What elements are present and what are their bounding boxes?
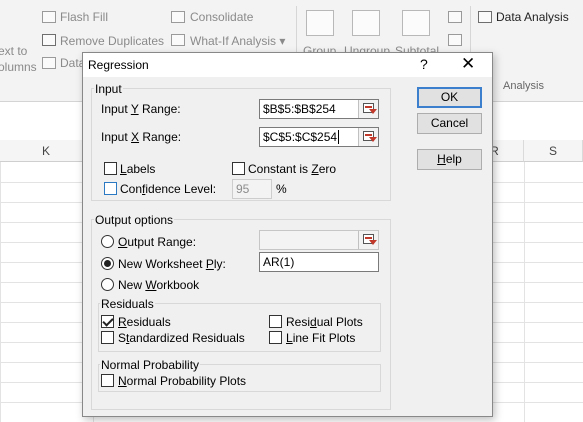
normal-probability-group-label: Normal Probability [100, 358, 201, 372]
flash-fill-button[interactable]: Flash Fill [60, 10, 108, 24]
output-range-field[interactable] [259, 230, 379, 250]
input-y-range-field[interactable]: $B$5:$B$254 [259, 99, 379, 119]
input-y-range-label: Input Y Range: [101, 102, 181, 116]
ok-button[interactable]: OK [417, 87, 482, 108]
residual-plots-label: Residual Plots [286, 315, 363, 329]
collapse-dialog-icon[interactable] [358, 100, 378, 118]
new-workbook-radio[interactable] [101, 278, 114, 291]
subtotal-icon [402, 10, 430, 36]
analysis-group-label: Analysis [503, 80, 544, 92]
line-fit-plots-checkbox[interactable] [269, 331, 282, 344]
labels-label: Labels [120, 162, 156, 176]
line-fit-plots-label: Line Fit Plots [286, 331, 356, 345]
new-worksheet-ply-input[interactable]: AR(1) [259, 252, 379, 272]
residuals-checkbox[interactable] [101, 315, 114, 328]
text-to-columns-label-2[interactable]: olumns [0, 60, 37, 74]
labels-checkbox[interactable] [104, 162, 117, 175]
normal-probability-plots-label: Normal Probability Plots [118, 374, 247, 388]
what-if-analysis-icon [171, 34, 185, 46]
text-to-columns-label-1[interactable]: ext to [0, 44, 27, 58]
confidence-level-checkbox[interactable] [104, 182, 117, 195]
help-icon[interactable]: ? [420, 56, 428, 72]
residual-plots-checkbox[interactable] [269, 315, 282, 328]
flash-fill-icon [42, 11, 56, 23]
chevron-down-icon: ▾ [279, 34, 286, 48]
grid-col-line [0, 162, 1, 422]
data-analysis-icon [478, 11, 492, 23]
input-y-range-value: $B$5:$B$254 [263, 102, 336, 116]
remove-duplicates-icon [42, 34, 56, 46]
what-if-analysis-label: What-If Analysis [190, 34, 277, 48]
standardized-residuals-checkbox[interactable] [101, 331, 114, 344]
output-range-label: Output Range: [118, 235, 197, 249]
output-range-radio[interactable] [101, 235, 114, 248]
output-options-label: Output options [94, 213, 175, 227]
text-cursor: ​ [338, 130, 340, 144]
constant-is-zero-label: Constant is Zero [248, 162, 337, 176]
input-x-range-label: Input X Range: [101, 130, 182, 144]
hide-detail-icon[interactable] [448, 34, 462, 46]
group-icon [306, 10, 334, 36]
consolidate-button[interactable]: Consolidate [190, 10, 253, 24]
what-if-analysis-button[interactable]: What-If Analysis ▾ [190, 34, 285, 48]
standardized-residuals-label: Standardized Residuals [118, 331, 245, 345]
remove-duplicates-button[interactable]: Remove Duplicates [60, 34, 164, 48]
column-header-k[interactable]: K [0, 140, 93, 162]
data-analysis-button[interactable]: Data Analysis [496, 10, 569, 24]
collapse-dialog-icon[interactable] [358, 231, 378, 249]
new-worksheet-ply-label: New Worksheet Ply: [118, 257, 226, 271]
percent-sign: % [276, 182, 287, 196]
residuals-label: Residuals [118, 315, 171, 329]
input-x-range-field[interactable]: $C$5:$C$254​ [259, 127, 379, 147]
column-header-k-label: K [42, 144, 51, 158]
dialog-title: Regression [88, 58, 149, 72]
input-x-range-value: $C$5:$C$254 [263, 130, 338, 144]
confidence-level-label: Confidence Level: [120, 182, 217, 196]
ungroup-icon [352, 10, 380, 36]
cancel-button[interactable]: Cancel [417, 113, 482, 134]
constant-is-zero-checkbox[interactable] [232, 162, 245, 175]
regression-dialog: Regression ? ✕ Input Input Y Range: $B$5… [82, 52, 493, 417]
column-header-s[interactable]: S [524, 140, 583, 162]
grid-col-line [524, 162, 525, 422]
show-detail-icon[interactable] [448, 11, 462, 23]
close-icon[interactable]: ✕ [461, 54, 475, 74]
consolidate-icon [171, 11, 185, 23]
residuals-group-label: Residuals [100, 297, 155, 311]
new-workbook-label: New Workbook [118, 278, 200, 292]
dialog-titlebar[interactable]: Regression ? ✕ [83, 53, 492, 77]
normal-probability-plots-checkbox[interactable] [101, 374, 114, 387]
data-validation-icon [42, 57, 56, 69]
input-group-label: Input [94, 82, 123, 96]
confidence-level-input[interactable]: 95 [232, 179, 272, 199]
help-button[interactable]: Help [417, 149, 482, 170]
collapse-dialog-icon[interactable] [358, 128, 378, 146]
column-header-s-label: S [548, 144, 557, 158]
new-worksheet-ply-radio[interactable] [101, 257, 114, 270]
